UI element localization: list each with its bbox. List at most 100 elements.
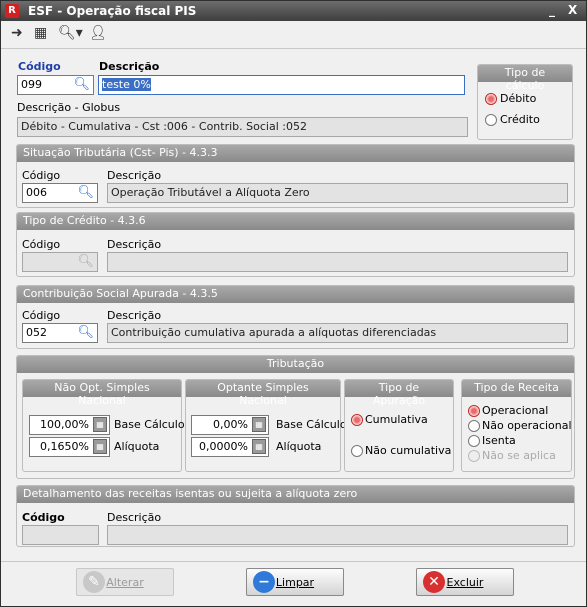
window-title: ESF - Operação fiscal PIS	[28, 4, 197, 18]
nao-opt-base-input[interactable]: 100,00% ▦	[29, 415, 110, 435]
minimize-button[interactable]: _	[549, 3, 555, 17]
situacao-codigo-label: Código	[22, 169, 61, 182]
opt-aliq-label: Alíquota	[276, 440, 322, 453]
detalhamento-codigo-field	[22, 525, 99, 545]
nao-opt-aliq-input[interactable]: 0,1650% ▦	[29, 437, 110, 457]
contribuicao-group: Contribuição Social Apurada - 4.3.5 Códi…	[16, 285, 575, 349]
apuracao-group: Tipo de Apuração Cumulativa Não cumulati…	[344, 379, 454, 472]
apuracao-title: Tipo de Apuração	[345, 380, 453, 407]
user-icon[interactable]: 👤︎	[89, 25, 107, 45]
descricao-label: Descrição	[99, 60, 160, 73]
card-icon[interactable]: ▦	[34, 25, 47, 45]
tipo-calculo-group: Tipo de cálculo Débito Crédito	[477, 64, 573, 140]
nao-opt-aliq-value: 0,1650%	[40, 440, 89, 453]
opt-group: Optante Simples Nacional 0,00% ▦ Base Cá…	[185, 379, 347, 472]
excluir-label: Excluir	[446, 576, 484, 589]
search-icon[interactable]: 🔍︎▾	[58, 25, 83, 45]
situacao-descricao-label: Descrição	[107, 169, 162, 182]
opt-base-label: Base Cálculo	[276, 418, 347, 431]
detalhamento-group: Detalhamento das receitas isentas ou suj…	[16, 485, 575, 547]
app-logo-icon: R	[5, 4, 19, 18]
globus-label: Descrição - Globus	[17, 101, 121, 114]
nao-se-aplica-radio	[468, 450, 480, 462]
tributacao-title: Tributação	[17, 356, 574, 373]
nao-opt-aliq-label: Alíquota	[114, 440, 160, 453]
calculator-icon[interactable]: ▦	[252, 439, 266, 454]
contribuicao-codigo-value: 052	[26, 326, 47, 339]
operacional-radio[interactable]	[468, 405, 480, 417]
tipo-credito-group: Tipo de Crédito - 4.3.6 Código 🔍︎ Descri…	[16, 212, 575, 277]
detalhamento-title: Detalhamento das receitas isentas ou suj…	[17, 486, 574, 503]
contribuicao-title: Contribuição Social Apurada - 4.3.5	[17, 286, 574, 303]
situacao-descricao-field: Operação Tributável a Alíquota Zero	[107, 183, 568, 203]
situacao-codigo-input[interactable]: 006 🔍︎	[22, 183, 98, 203]
limpar-button[interactable]: − Limpar	[246, 568, 344, 596]
nao-cumulativa-label: Não cumulativa	[365, 444, 452, 457]
descricao-input[interactable]: teste 0%	[98, 75, 465, 95]
close-button[interactable]: X	[568, 3, 577, 17]
calculator-icon[interactable]: ▦	[252, 417, 266, 432]
search-icon: 🔍︎	[77, 254, 94, 269]
toolbar: ➜ ▦ 🔍︎▾ 👤︎	[1, 21, 586, 49]
credito-codigo-label: Código	[22, 238, 61, 251]
debito-label: Débito	[500, 92, 537, 105]
credito-label: Crédito	[500, 113, 540, 126]
cumulativa-radio[interactable]	[351, 414, 363, 426]
search-icon[interactable]: 🔍︎	[73, 77, 90, 92]
opt-aliq-input[interactable]: 0,0000% ▦	[191, 437, 269, 457]
contribuicao-descricao-field: Contribuição cumulativa apurada a alíquo…	[107, 323, 568, 343]
globus-field: Débito - Cumulativa - Cst :006 - Contrib…	[17, 117, 468, 137]
search-icon[interactable]: 🔍︎	[77, 185, 94, 200]
credito-radio[interactable]	[485, 114, 497, 126]
isenta-radio[interactable]	[468, 435, 480, 447]
tipo-credito-title: Tipo de Crédito - 4.3.6	[17, 213, 574, 230]
tributacao-group: Tributação Não Opt. Simples Nacional 100…	[16, 355, 575, 479]
alterar-label: Alterar	[106, 576, 144, 589]
alterar-button[interactable]: ✎ Alterar	[76, 568, 174, 596]
credito-codigo-input: 🔍︎	[22, 252, 98, 272]
nao-opt-title: Não Opt. Simples Nacional	[23, 380, 181, 407]
limpar-label: Limpar	[275, 576, 315, 589]
excluir-button[interactable]: ✕ Excluir	[416, 568, 514, 596]
debito-radio[interactable]	[485, 93, 497, 105]
title-bar: R ESF - Operação fiscal PIS _ X	[1, 1, 586, 21]
contribuicao-descricao-label: Descrição	[107, 309, 162, 322]
nao-operacional-label: Não operacional	[482, 419, 572, 432]
footer-divider	[1, 561, 586, 562]
codigo-input[interactable]: 099 🔍︎	[17, 75, 94, 95]
opt-aliq-value: 0,0000%	[199, 440, 248, 453]
cumulativa-label: Cumulativa	[365, 413, 428, 426]
nao-opt-base-value: 100,00%	[40, 418, 89, 431]
operacional-label: Operacional	[482, 404, 549, 417]
calculator-icon[interactable]: ▦	[93, 417, 107, 432]
detalhamento-descricao-label: Descrição	[107, 511, 162, 524]
descricao-value: teste 0%	[102, 78, 151, 91]
contribuicao-codigo-label: Código	[22, 309, 61, 322]
codigo-label: Código	[18, 60, 61, 73]
isenta-label: Isenta	[482, 434, 516, 447]
situacao-codigo-value: 006	[26, 186, 47, 199]
nao-se-aplica-label: Não se aplica	[482, 449, 556, 462]
app-window: R ESF - Operação fiscal PIS _ X ➜ ▦ 🔍︎▾ …	[0, 0, 587, 607]
exit-icon[interactable]: ➜	[11, 25, 23, 45]
codigo-value: 099	[21, 78, 42, 91]
situacao-title: Situação Tributária (Cst- Pis) - 4.3.3	[17, 145, 574, 162]
opt-base-value: 0,00%	[213, 418, 248, 431]
detalhamento-codigo-label: Código	[22, 511, 65, 524]
opt-title: Optante Simples Nacional	[186, 380, 340, 407]
nao-opt-group: Não Opt. Simples Nacional 100,00% ▦ Base…	[22, 379, 185, 472]
opt-base-input[interactable]: 0,00% ▦	[191, 415, 269, 435]
receita-group: Tipo de Receita Operacional Não operacio…	[461, 379, 572, 472]
contribuicao-codigo-input[interactable]: 052 🔍︎	[22, 323, 98, 343]
credito-descricao-label: Descrição	[107, 238, 162, 251]
credito-descricao-field	[107, 252, 568, 272]
receita-title: Tipo de Receita	[462, 380, 571, 397]
calculator-icon[interactable]: ▦	[93, 439, 107, 454]
search-icon[interactable]: 🔍︎	[77, 325, 94, 340]
nao-cumulativa-radio[interactable]	[351, 445, 363, 457]
nao-operacional-radio[interactable]	[468, 420, 480, 432]
tipo-calculo-title: Tipo de cálculo	[478, 65, 572, 92]
detalhamento-descricao-field	[107, 525, 568, 545]
situacao-group: Situação Tributária (Cst- Pis) - 4.3.3 C…	[16, 144, 575, 208]
nao-opt-base-label: Base Cálculo	[114, 418, 185, 431]
